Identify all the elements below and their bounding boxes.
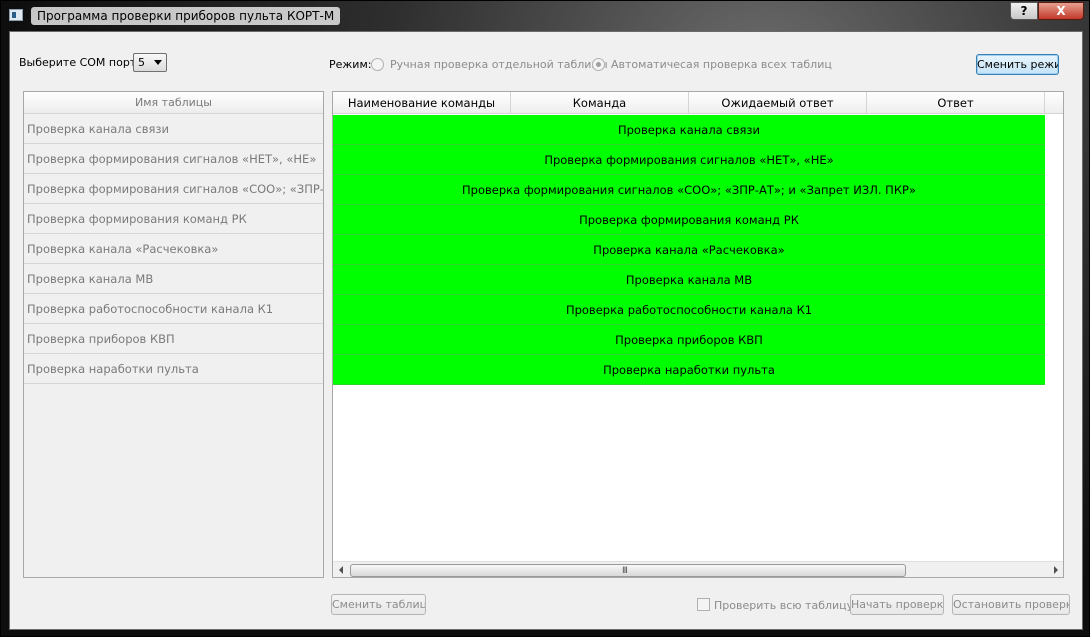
list-item[interactable]: Проверка работоспособности канала К1	[24, 294, 323, 324]
table-row[interactable]: Проверка формирования сигналов «НЕТ», «Н…	[333, 145, 1045, 175]
table-name-header: Имя таблицы	[24, 92, 323, 114]
table-row[interactable]: Проверка формирования команд РК	[333, 205, 1045, 235]
table-row[interactable]: Проверка канала «Расчековка»	[333, 235, 1045, 265]
table-header: Наименование команды Команда Ожидаемый о…	[333, 92, 1063, 114]
table-row[interactable]: Проверка работоспособности канала К1	[333, 295, 1045, 325]
table-row[interactable]: Проверка канала связи	[333, 115, 1045, 145]
mode-label: Режим:	[329, 58, 372, 71]
table-row[interactable]: Проверка формирования сигналов «СОО»; «З…	[333, 175, 1045, 205]
start-check-button[interactable]: Начать проверку	[850, 594, 944, 615]
close-button[interactable]: X	[1038, 2, 1084, 20]
column-header-response[interactable]: Ответ	[867, 92, 1045, 114]
radio-manual-label: Ручная проверка отдельной таблицы	[390, 58, 608, 71]
scrollbar-thumb[interactable]: III	[350, 564, 906, 577]
list-item[interactable]: Проверка формирования сигналов «СОО»; «З…	[24, 174, 323, 204]
com-port-label: Выберите COM порт:	[19, 56, 140, 69]
horizontal-scrollbar[interactable]: III	[333, 561, 1063, 577]
help-button[interactable]: ?	[1010, 2, 1038, 20]
client-area: Выберите COM порт: 5 Режим: Ручная прове…	[9, 31, 1083, 630]
scroll-left-icon[interactable]	[339, 566, 343, 574]
list-item[interactable]: Проверка канала МВ	[24, 264, 323, 294]
column-header-command[interactable]: Команда	[511, 92, 689, 114]
table-name-list: Имя таблицы Проверка канала связи Провер…	[23, 91, 324, 578]
table-row[interactable]: Проверка канала МВ	[333, 265, 1045, 295]
table-row[interactable]: Проверка приборов КВП	[333, 325, 1045, 355]
table-row[interactable]: Проверка наработки пульта	[333, 355, 1045, 385]
list-item[interactable]: Проверка канала «Расчековка»	[24, 234, 323, 264]
com-port-select[interactable]: 5	[133, 53, 167, 72]
change-table-button[interactable]: Сменить таблицу	[331, 594, 426, 615]
column-header-command-name[interactable]: Наименование команды	[333, 92, 511, 114]
column-header-expected-response[interactable]: Ожидаемый ответ	[689, 92, 867, 114]
check-all-label: Проверить всю таблицу	[714, 599, 854, 612]
radio-auto-mode[interactable]	[592, 58, 605, 71]
table-body: Проверка канала связи Проверка формирова…	[333, 115, 1045, 385]
radio-auto-label: Автоматичесая проверка всех таблиц	[611, 58, 832, 71]
title-bar[interactable]: Программа проверки приборов пульта КОРТ-…	[1, 1, 1090, 31]
list-item[interactable]: Проверка формирования команд РК	[24, 204, 323, 234]
list-item[interactable]: Проверка приборов КВП	[24, 324, 323, 354]
change-mode-button[interactable]: Сменить режим	[976, 54, 1059, 75]
chevron-down-icon	[154, 60, 162, 65]
list-item[interactable]: Проверка канала связи	[24, 114, 323, 144]
window-title: Программа проверки приборов пульта КОРТ-…	[31, 7, 341, 25]
scroll-right-icon[interactable]	[1054, 566, 1058, 574]
app-icon	[9, 9, 23, 21]
window-frame: Программа проверки приборов пульта КОРТ-…	[0, 0, 1090, 637]
check-all-checkbox[interactable]	[697, 598, 710, 611]
list-item[interactable]: Проверка наработки пульта	[24, 354, 323, 384]
commands-table: Наименование команды Команда Ожидаемый о…	[332, 91, 1064, 578]
stop-check-button[interactable]: Остановить проверку	[952, 594, 1070, 615]
radio-manual-mode[interactable]	[371, 58, 384, 71]
com-port-value: 5	[138, 56, 145, 69]
list-item[interactable]: Проверка формирования сигналов «НЕТ», «Н…	[24, 144, 323, 174]
scrollbar-grip: III	[622, 566, 628, 576]
